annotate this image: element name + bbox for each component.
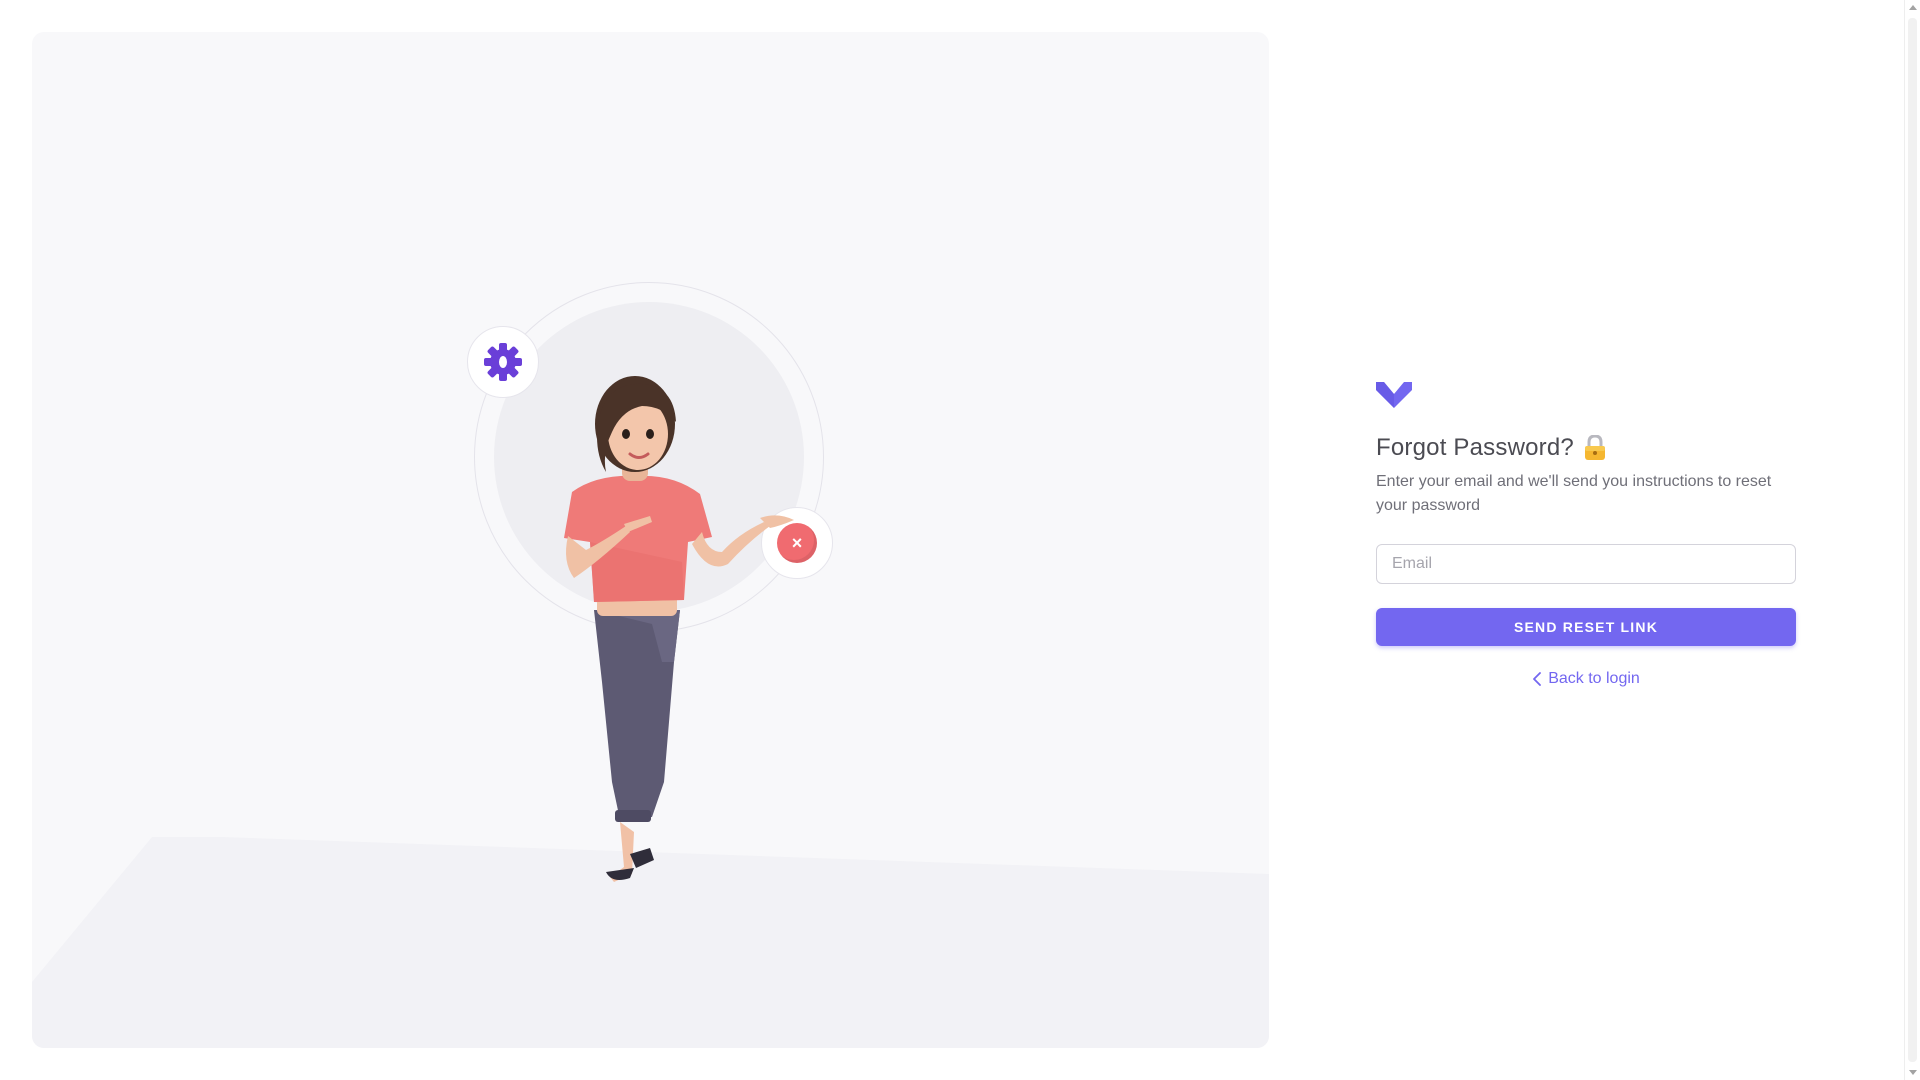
forgot-password-page: × Forgot Password? Enter your email and … — [0, 0, 1920, 1080]
vertical-scrollbar[interactable] — [1904, 0, 1920, 1080]
send-reset-link-button[interactable]: SEND RESET LINK — [1376, 608, 1796, 646]
forgot-password-form: Forgot Password? Enter your email and we… — [1376, 380, 1796, 688]
scroll-thumb[interactable] — [1908, 18, 1917, 1062]
brand-logo-icon — [1376, 382, 1412, 408]
back-to-login-label: Back to login — [1548, 670, 1640, 687]
lock-icon — [1584, 435, 1605, 460]
illustration-panel: × — [32, 32, 1269, 1048]
scroll-up-arrow[interactable] — [1909, 5, 1917, 10]
back-to-login-link[interactable]: Back to login — [1376, 670, 1796, 688]
scroll-down-arrow[interactable] — [1909, 1070, 1917, 1075]
instructions-text: Enter your email and we'll send you inst… — [1376, 473, 1772, 514]
title-row: Forgot Password? — [1376, 434, 1796, 462]
chevron-left-icon — [1533, 672, 1542, 686]
email-field[interactable] — [1376, 544, 1796, 584]
page-title: Forgot Password? — [1376, 434, 1574, 461]
woman-pointing-character — [564, 376, 794, 882]
